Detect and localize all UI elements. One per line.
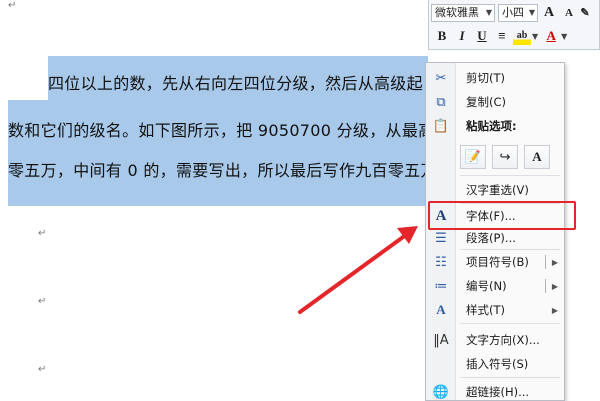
menu-item-label: 文字方向(X)... [466,333,540,347]
font-name-select[interactable]: 微软雅黑 ▼ [431,4,495,22]
menu-separator [460,377,560,378]
underline-button[interactable]: U [473,27,491,45]
paste-text-only-icon[interactable]: A [524,145,550,169]
menu-separator [460,175,560,176]
annotation-highlight-box [428,201,576,230]
scissors-icon: ✂ [435,70,447,86]
paste-merge-format-icon[interactable]: ↪ [492,145,518,169]
paragraph-mark: ↵ [38,228,47,239]
paste-options-group: 📝 ↪ A [460,145,550,169]
split-divider [544,279,546,293]
format-painter-icon[interactable]: ✎ [580,4,590,22]
split-divider [544,255,546,269]
menu-item-cut[interactable]: ✂ 剪切(T) [426,67,564,89]
paste-icon: 📋 [432,118,450,134]
chevron-right-icon[interactable]: ▶ [552,306,564,315]
menu-separator [460,249,560,250]
center-align-button[interactable]: ≡ [493,27,511,45]
italic-button[interactable]: I [453,27,471,45]
numbering-icon: ≔ [434,278,448,294]
bold-button[interactable]: B [433,27,451,45]
paste-keep-source-icon[interactable]: 📝 [460,145,486,169]
menu-item-styles[interactable]: A 样式(T) ▶ [426,299,564,321]
empty-icon-slot [426,353,456,375]
paragraph-icon: ☰ [435,230,447,246]
menu-item-label: 插入符号(S) [466,357,529,371]
text-line-1[interactable]: 四位以上的数，先从右向左四位分级，然后从高级起， [48,70,439,94]
font-size-select[interactable]: 小四 ▼ [498,4,538,22]
chevron-down-icon[interactable]: ▼ [532,32,540,41]
empty-icon-slot [426,179,456,201]
menu-item-label: 剪切(T) [466,71,505,85]
paragraph-mark: ↵ [38,296,47,307]
menu-item-label: 超链接(H)... [466,385,530,399]
chevron-down-icon: ▼ [485,8,492,17]
text-line-2[interactable]: 数和它们的级名。如下图所示，把 9050700 分级，从最高位 [8,117,451,141]
highlight-button[interactable]: ab [513,27,531,45]
text-line-3[interactable]: 零五万，中间有 0 的，需要写出，所以最后写作九百零五万零 [8,157,428,181]
selection-highlight [8,100,428,206]
menu-item-label: 段落(P)... [466,231,516,245]
menu-item-label: 粘贴选项: [466,119,517,133]
menu-item-text-direction[interactable]: ‖A 文字方向(X)... [426,329,564,351]
copy-icon: ⧉ [436,94,446,110]
menu-item-label: 样式(T) [466,303,505,317]
menu-item-label: 复制(C) [466,95,507,109]
menu-item-label: 项目符号(B) [466,255,529,269]
chevron-right-icon[interactable]: ▶ [552,258,564,267]
menu-item-bullets[interactable]: ☷ 项目符号(B) ▶ [426,251,564,273]
menu-item-paragraph[interactable]: ☰ 段落(P)... [426,227,564,249]
chevron-down-icon: ▼ [528,8,535,17]
font-size-value: 小四 [502,6,524,19]
paragraph-mark: ↵ [8,0,17,11]
styles-icon: A [436,302,446,317]
shrink-font-button[interactable]: A [560,4,578,22]
mini-toolbar: 微软雅黑 ▼ 小四 ▼ A A ✎ B I U ≡ ab ▼ A ▼ [428,0,600,50]
hyperlink-icon: 🌐 [432,384,450,400]
text-direction-icon: ‖A [433,332,449,348]
menu-item-label: 编号(N) [466,279,507,293]
menu-item-numbering[interactable]: ≔ 编号(N) ▶ [426,275,564,297]
menu-item-hyperlink[interactable]: 🌐 超链接(H)... [426,381,564,401]
menu-item-label: 汉字重选(V) [466,183,529,197]
font-name-value: 微软雅黑 [435,6,479,19]
context-menu: ✂ 剪切(T) ⧉ 复制(C) 📋 粘贴选项: 📝 ↪ A 汉字重选(V) A … [425,62,565,401]
paragraph-mark: ↵ [38,364,47,375]
menu-item-paste-options: 📋 粘贴选项: [426,115,564,137]
bullets-icon: ☷ [435,254,447,270]
chevron-down-icon[interactable]: ▼ [561,32,569,41]
menu-separator [460,323,560,324]
font-color-button[interactable]: A [542,27,560,45]
menu-item-reconvert[interactable]: 汉字重选(V) [426,179,564,201]
grow-font-button[interactable]: A [540,4,558,22]
menu-item-copy[interactable]: ⧉ 复制(C) [426,91,564,113]
menu-item-insert-symbol[interactable]: 插入符号(S) [426,353,564,375]
chevron-right-icon[interactable]: ▶ [552,282,564,291]
